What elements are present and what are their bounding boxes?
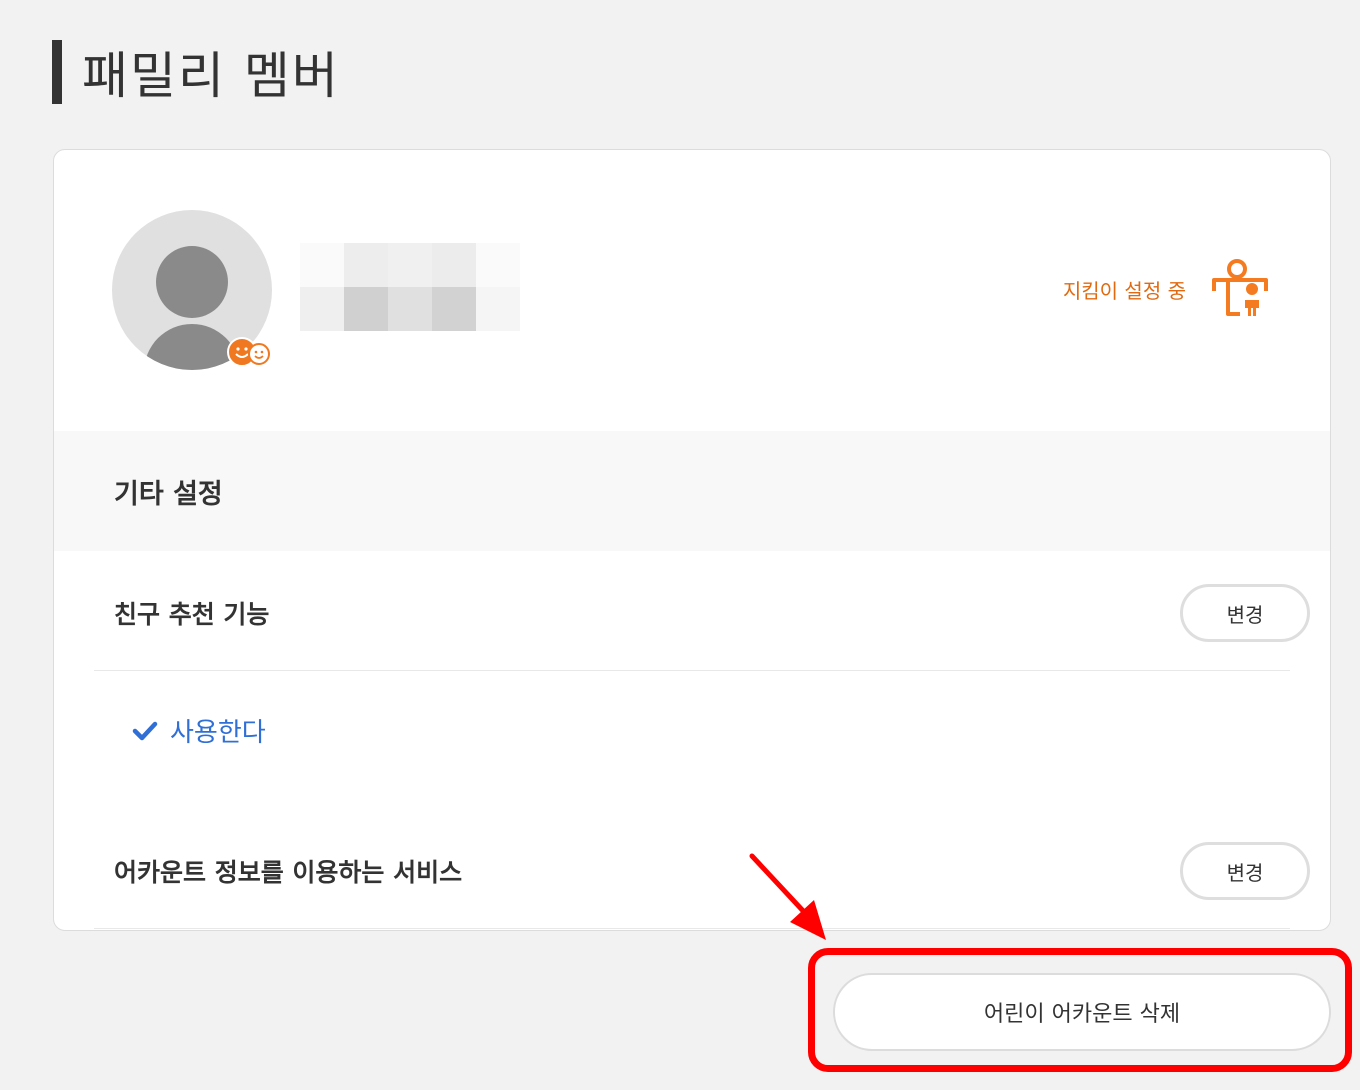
- friend-recommend-value: 사용한다: [132, 712, 266, 749]
- guardian-status-label: 지킴이 설정 중: [1062, 278, 1186, 303]
- other-settings-header: 기타 설정: [54, 431, 1330, 551]
- delete-child-account-container: 어린이 어카운트 삭제: [833, 973, 1331, 1051]
- friend-recommend-label: 친구 추천 기능: [114, 600, 270, 629]
- page-title-block: 패밀리 멤버: [52, 40, 340, 105]
- avatar-placeholder-icon: [156, 246, 228, 318]
- account-services-label: 어카운트 정보를 이용하는 서비스: [114, 858, 463, 887]
- blurred-member-name: [300, 243, 520, 331]
- friend-recommend-row: 친구 추천 기능 변경: [94, 584, 1310, 642]
- account-services-change-button[interactable]: 변경: [1180, 842, 1310, 900]
- profile-section: 지킴이 설정 중: [54, 150, 1330, 431]
- page: 패밀리 멤버 지킴이 설정 중 기타 설정 친구 추천 기능 변경 사용한다 어…: [0, 0, 1360, 1090]
- friend-recommend-change-button[interactable]: 변경: [1180, 584, 1310, 642]
- divider: [94, 670, 1290, 671]
- kids-badge-icon: [227, 337, 270, 367]
- title-accent-bar: [52, 40, 62, 104]
- delete-child-account-button[interactable]: 어린이 어카운트 삭제: [833, 973, 1331, 1051]
- member-card: 지킴이 설정 중 기타 설정 친구 추천 기능 변경 사용한다 어카운트 정보를…: [53, 149, 1331, 931]
- divider: [94, 928, 1290, 929]
- page-title: 패밀리 멤버: [82, 47, 340, 105]
- other-settings-title: 기타 설정: [114, 478, 223, 510]
- checkmark-icon: [132, 721, 158, 740]
- guardian-icon: [1212, 259, 1268, 316]
- guardian-status: 지킴이 설정 중: [1063, 258, 1272, 320]
- friend-recommend-value-text: 사용한다: [170, 718, 266, 748]
- account-services-row: 어카운트 정보를 이용하는 서비스 변경: [94, 842, 1310, 900]
